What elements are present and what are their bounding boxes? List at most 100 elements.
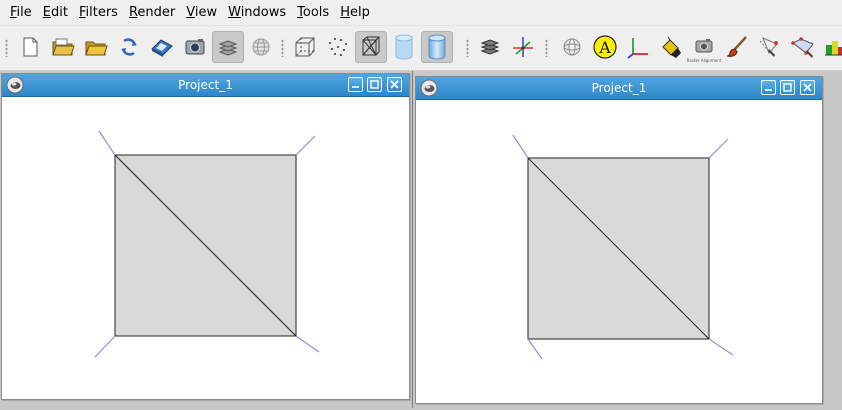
new-project-icon	[23, 37, 38, 57]
close-icon	[390, 80, 399, 89]
vertex-normal-line	[512, 134, 529, 159]
render-viewport[interactable]	[416, 100, 822, 403]
axes-icon	[513, 37, 533, 57]
close-button[interactable]	[800, 80, 815, 95]
vertex-normal-line	[98, 130, 116, 156]
brush-icon	[726, 36, 747, 57]
menu-render-label: ender	[137, 5, 176, 20]
svg-text:A: A	[598, 38, 611, 57]
open-project-button[interactable]	[47, 31, 79, 63]
menu-windows[interactable]: Windows	[223, 0, 292, 25]
menu-view[interactable]: View	[181, 0, 223, 25]
points-button[interactable]	[322, 31, 354, 63]
project-window-2[interactable]: Project_1	[415, 76, 823, 404]
bounding-box-icon	[295, 37, 315, 57]
layers-button[interactable]	[212, 31, 244, 63]
trackball-icon	[563, 38, 581, 56]
menu-view-label: iew	[194, 5, 218, 20]
menu-view-mnemonic: V	[186, 5, 195, 20]
window-titlebar[interactable]: Project_1	[416, 77, 822, 100]
main-toolbar: A Raster Alignment	[0, 26, 842, 71]
maximize-icon	[370, 80, 379, 89]
menu-file-label: ile	[16, 5, 32, 20]
menu-tools-label: ools	[302, 5, 330, 20]
menu-help-mnemonic: H	[340, 5, 350, 20]
menu-filters[interactable]: Filters	[74, 0, 124, 25]
axes-button[interactable]	[507, 31, 539, 63]
brush-button[interactable]	[721, 31, 753, 63]
raster-alignment-button[interactable]: Raster Alignment	[686, 31, 722, 63]
smooth-cylinder-icon	[428, 34, 446, 60]
vertex-normal-line	[295, 335, 320, 353]
toolbar-grip[interactable]	[5, 39, 8, 57]
menu-filters-label: ilters	[85, 5, 118, 20]
menu-edit-label: dit	[51, 5, 68, 20]
wireframe-icon	[362, 36, 380, 56]
select-vertices-icon	[791, 37, 814, 58]
project-window-1[interactable]: Project_1	[1, 73, 410, 400]
snapshot-icon	[185, 39, 205, 55]
axis-xy-icon	[627, 38, 648, 59]
maximize-button[interactable]	[367, 77, 382, 92]
open-mesh-icon	[85, 41, 108, 56]
menu-edit[interactable]: Edit	[38, 0, 74, 25]
axis-xy-button[interactable]	[622, 31, 654, 63]
toolbar-grip[interactable]	[466, 39, 469, 57]
reload-button[interactable]	[113, 31, 145, 63]
texture-button[interactable]	[474, 31, 506, 63]
render-viewport[interactable]	[2, 97, 409, 399]
toolbar-grip[interactable]	[281, 39, 284, 57]
vertex-normal-line	[708, 338, 734, 356]
globe-icon	[252, 38, 270, 56]
color-select-button[interactable]	[818, 31, 842, 63]
smooth-cylinder-button[interactable]	[421, 31, 453, 63]
open-mesh-button[interactable]	[80, 31, 112, 63]
menu-tools[interactable]: Tools	[292, 0, 335, 25]
select-vertices-button[interactable]	[787, 31, 819, 63]
select-faces-button[interactable]	[754, 31, 786, 63]
splitter[interactable]	[412, 71, 413, 408]
maximize-button[interactable]	[780, 80, 795, 95]
menu-help[interactable]: Help	[335, 0, 376, 25]
window-titlebar[interactable]: Project_1	[2, 74, 409, 97]
reload-icon	[121, 38, 137, 56]
menu-render[interactable]: Render	[124, 0, 181, 25]
snapshot-button[interactable]	[179, 31, 211, 63]
vertex-normal-line	[94, 335, 116, 358]
minimize-button[interactable]	[348, 77, 363, 92]
wireframe-button[interactable]	[355, 31, 387, 63]
globe-button[interactable]	[245, 31, 277, 63]
vertex-normal-line	[527, 338, 543, 360]
select-faces-icon	[759, 37, 778, 57]
annotation-a-icon: A	[593, 35, 617, 59]
menu-file[interactable]: File	[0, 0, 38, 25]
annotation-button[interactable]: A	[589, 31, 621, 63]
mdi-area: Project_1 Project_1	[0, 71, 842, 410]
save-icon	[151, 39, 173, 57]
vertex-normal-line	[295, 135, 316, 156]
points-icon	[329, 38, 347, 56]
toolbar-grip[interactable]	[545, 39, 548, 57]
new-project-button[interactable]	[14, 31, 46, 63]
menu-edit-mnemonic: E	[42, 5, 51, 20]
open-project-icon	[52, 38, 75, 56]
minimize-button[interactable]	[761, 80, 776, 95]
trackball-button[interactable]	[556, 31, 588, 63]
minimize-icon	[352, 86, 359, 88]
texture-icon	[480, 39, 500, 55]
raster-alignment-caption: Raster Alignment	[686, 58, 722, 63]
paint-bucket-button[interactable]	[655, 31, 687, 63]
menu-windows-label: indows	[240, 5, 287, 20]
bounding-box-button[interactable]	[289, 31, 321, 63]
raster-alignment-icon	[695, 39, 713, 53]
paint-bucket-icon	[662, 36, 681, 58]
flat-cylinder-button[interactable]	[388, 31, 420, 63]
mesh-render	[94, 130, 320, 358]
color-select-icon	[825, 41, 842, 56]
save-button[interactable]	[146, 31, 178, 63]
close-button[interactable]	[387, 77, 402, 92]
menu-help-label: elp	[349, 5, 370, 20]
vertex-normal-line	[708, 138, 729, 159]
mesh-render	[512, 134, 734, 360]
maximize-icon	[783, 83, 792, 92]
